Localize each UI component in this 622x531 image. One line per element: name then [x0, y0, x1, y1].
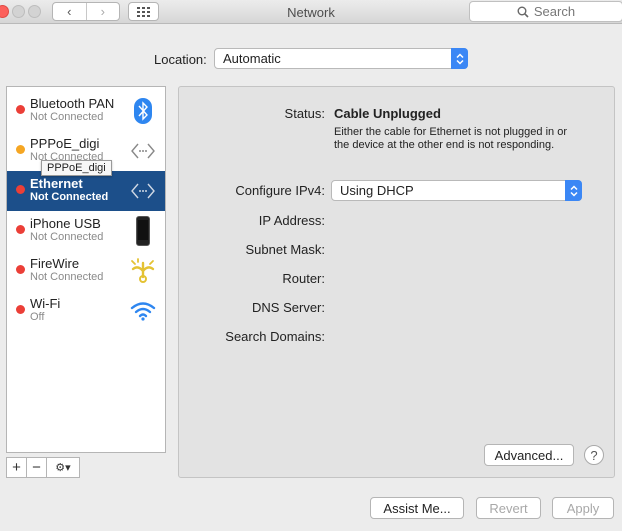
- apply-button[interactable]: Apply: [552, 497, 614, 519]
- router-label: Router:: [282, 271, 325, 286]
- firewire-icon: [127, 255, 159, 287]
- service-name: Bluetooth PAN: [30, 96, 115, 111]
- service-status: Not Connected: [30, 111, 104, 123]
- search-icon: [517, 6, 529, 18]
- add-service-button[interactable]: +: [7, 458, 27, 477]
- service-name: iPhone USB: [30, 216, 101, 231]
- configure-ipv4-label: Configure IPv4:: [235, 183, 325, 198]
- status-dot: [16, 185, 25, 194]
- status-value: Cable Unplugged: [334, 106, 441, 121]
- service-name: FireWire: [30, 256, 80, 271]
- location-label: Location:: [154, 52, 207, 67]
- iphone-icon: [127, 215, 159, 247]
- service-item-wifi[interactable]: Wi-Fi Off: [7, 291, 165, 331]
- service-name: Wi-Fi: [30, 296, 61, 311]
- gear-icon: ⚙▾: [55, 462, 71, 474]
- service-item-firewire[interactable]: FireWire Not Connected: [7, 251, 165, 291]
- location-value: Automatic: [223, 51, 281, 66]
- service-status: Off: [30, 311, 45, 323]
- service-item-ethernet[interactable]: Ethernet Not Connected: [7, 171, 165, 211]
- bluetooth-icon: [127, 95, 159, 127]
- service-list: Bluetooth PAN Not Connected PPPoE_digi N…: [6, 86, 166, 453]
- service-status: Not Connected: [30, 191, 109, 203]
- service-item-iphone-usb[interactable]: iPhone USB Not Connected: [7, 211, 165, 251]
- status-dot: [16, 225, 25, 234]
- configure-ipv4-value: Using DHCP: [340, 183, 414, 198]
- service-name: PPPoE_digi: [30, 136, 100, 151]
- search-placeholder: Search: [533, 4, 576, 19]
- service-status: Not Connected: [30, 231, 104, 243]
- assist-me-button[interactable]: Assist Me...: [370, 497, 464, 519]
- status-dot: [16, 145, 25, 154]
- status-dot: [16, 265, 25, 274]
- updown-chevron-icon: [451, 48, 468, 69]
- location-select[interactable]: Automatic: [214, 48, 468, 69]
- service-status: Not Connected: [30, 271, 104, 283]
- ip-address-label: IP Address:: [258, 213, 325, 228]
- service-name: Ethernet: [30, 176, 83, 191]
- search-input[interactable]: Search: [469, 1, 622, 22]
- dns-server-label: DNS Server:: [252, 300, 325, 315]
- network-arrows-icon: [127, 135, 159, 167]
- search-domains-label: Search Domains:: [225, 329, 325, 344]
- revert-button[interactable]: Revert: [476, 497, 541, 519]
- subnet-mask-label: Subnet Mask:: [245, 242, 326, 257]
- network-arrows-icon: [127, 175, 159, 207]
- status-description: Either the cable for Ethernet is not plu…: [334, 126, 567, 151]
- service-list-toolbar: + − ⚙▾: [6, 457, 80, 478]
- service-item-bluetooth-pan[interactable]: Bluetooth PAN Not Connected: [7, 91, 165, 131]
- advanced-button[interactable]: Advanced...: [484, 444, 574, 466]
- configure-ipv4-select[interactable]: Using DHCP: [331, 180, 582, 201]
- status-label: Status:: [284, 106, 325, 121]
- title-bar: ‹ › Network Search: [0, 0, 622, 24]
- wifi-icon: [127, 295, 159, 327]
- action-menu-button[interactable]: ⚙▾: [47, 458, 79, 477]
- tooltip: PPPoE_digi: [41, 160, 112, 176]
- status-dot: [16, 305, 25, 314]
- help-button[interactable]: ?: [584, 445, 604, 465]
- details-pane: Status: Cable Unplugged Either the cable…: [178, 86, 615, 478]
- updown-chevron-icon: [565, 180, 582, 201]
- status-dot: [16, 105, 25, 114]
- remove-service-button[interactable]: −: [27, 458, 47, 477]
